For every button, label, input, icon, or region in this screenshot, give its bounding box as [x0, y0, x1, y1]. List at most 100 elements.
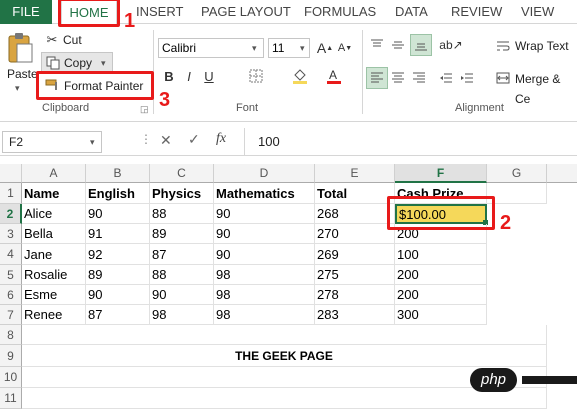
name-box[interactable]: F2	[2, 131, 102, 153]
paste-button[interactable]: Paste	[7, 64, 38, 84]
cell-a3[interactable]: Bella	[22, 224, 86, 244]
column-header-d[interactable]: D	[214, 164, 315, 183]
cell-c6[interactable]: 90	[150, 285, 214, 305]
row-header-6[interactable]: 6	[0, 285, 22, 305]
cancel-icon[interactable]: ✕	[160, 132, 172, 149]
align-left-icon[interactable]	[366, 67, 388, 89]
tab-file[interactable]: FILE	[0, 0, 52, 24]
cell-e3[interactable]: 270	[315, 224, 395, 244]
merge-center-button[interactable]: Merge & Ce	[515, 69, 577, 106]
row-header-7[interactable]: 7	[0, 305, 22, 325]
cell-d6[interactable]: 98	[214, 285, 315, 305]
copy-button[interactable]: Copy	[64, 53, 92, 73]
tab-view[interactable]: VIEW	[521, 0, 554, 24]
cell-a5[interactable]: Rosalie	[22, 265, 86, 285]
cell-c4[interactable]: 87	[150, 244, 214, 265]
cell-f6[interactable]: 200	[395, 285, 487, 305]
cell-c7[interactable]: 98	[150, 305, 214, 325]
cell-d4[interactable]: 90	[214, 244, 315, 265]
font-name-select[interactable]: Calibri	[158, 38, 264, 58]
formula-bar-more-icon[interactable]: ⋮	[140, 132, 152, 146]
column-header-b[interactable]: B	[86, 164, 150, 183]
fill-color-icon[interactable]	[290, 66, 310, 86]
cut-button[interactable]: Cut	[63, 30, 82, 50]
cell-a4[interactable]: Jane	[22, 244, 86, 265]
cell-d3[interactable]: 90	[214, 224, 315, 244]
column-header-h[interactable]	[547, 164, 577, 183]
cell-c3[interactable]: 89	[150, 224, 214, 244]
paste-dropdown-icon[interactable]: ▾	[15, 78, 20, 98]
decrease-font-icon[interactable]: A ▼	[336, 38, 354, 58]
select-all-corner[interactable]	[0, 164, 22, 183]
paste-icon[interactable]	[6, 32, 34, 66]
cell-a2[interactable]: Alice	[22, 204, 86, 224]
cell-a7[interactable]: Renee	[22, 305, 86, 325]
decrease-indent-icon[interactable]	[437, 69, 455, 87]
increase-indent-icon[interactable]	[458, 69, 476, 87]
font-name-dropdown-icon[interactable]: ▾	[252, 38, 257, 58]
row-10-cells[interactable]	[22, 367, 547, 388]
increase-font-icon[interactable]: A ▲	[316, 38, 334, 58]
column-header-g[interactable]: G	[487, 164, 547, 183]
copy-dropdown-icon[interactable]: ▾	[101, 53, 106, 73]
row-header-5[interactable]: 5	[0, 265, 22, 285]
tab-review[interactable]: REVIEW	[451, 0, 502, 24]
column-header-a[interactable]: A	[22, 164, 86, 183]
row-header-1[interactable]: 1	[0, 183, 22, 204]
tab-data[interactable]: DATA	[395, 0, 428, 24]
cell-b3[interactable]: 91	[86, 224, 150, 244]
cell-f7[interactable]: 300	[395, 305, 487, 325]
cell-b2[interactable]: 90	[86, 204, 150, 224]
cell-e4[interactable]: 269	[315, 244, 395, 265]
column-header-f[interactable]: F	[395, 164, 487, 183]
cell-g1[interactable]	[487, 183, 547, 204]
cell-a6[interactable]: Esme	[22, 285, 86, 305]
cell-e7[interactable]: 283	[315, 305, 395, 325]
cell-c1[interactable]: Physics	[150, 183, 214, 204]
cell-c2[interactable]: 88	[150, 204, 214, 224]
cell-e6[interactable]: 278	[315, 285, 395, 305]
borders-icon[interactable]	[246, 66, 266, 86]
tab-formulas[interactable]: FORMULAS	[304, 0, 376, 24]
align-right-icon[interactable]	[410, 69, 428, 87]
align-bottom-icon[interactable]	[410, 34, 432, 56]
cell-d7[interactable]: 98	[214, 305, 315, 325]
clipboard-launcher-icon[interactable]: ◲	[140, 104, 149, 115]
cell-b4[interactable]: 92	[86, 244, 150, 265]
name-box-dropdown-icon[interactable]: ▾	[90, 131, 95, 153]
row-header-4[interactable]: 4	[0, 244, 22, 265]
cell-b5[interactable]: 89	[86, 265, 150, 285]
cell-d2[interactable]: 90	[214, 204, 315, 224]
row-11-cells[interactable]	[22, 388, 547, 409]
orientation-icon[interactable]: ab↗	[439, 36, 462, 54]
cell-f4[interactable]: 100	[395, 244, 487, 265]
cell-d5[interactable]: 98	[214, 265, 315, 285]
wrap-text-icon[interactable]	[494, 37, 512, 55]
cell-d1[interactable]: Mathematics	[214, 183, 315, 204]
column-header-c[interactable]: C	[150, 164, 214, 183]
formula-input[interactable]: 100	[258, 134, 280, 149]
row-header-2[interactable]: 2	[0, 204, 22, 224]
merge-center-icon[interactable]	[494, 69, 512, 87]
align-top-icon[interactable]	[368, 36, 386, 54]
footer-text[interactable]: THE GEEK PAGE	[22, 345, 547, 367]
row-header-11[interactable]: 11	[0, 388, 22, 409]
row-header-10[interactable]: 10	[0, 367, 22, 388]
row-8-cells[interactable]	[22, 325, 547, 345]
cell-b7[interactable]: 87	[86, 305, 150, 325]
align-middle-icon[interactable]	[389, 36, 407, 54]
align-center-icon[interactable]	[389, 69, 407, 87]
row-header-9[interactable]: 9	[0, 345, 22, 367]
cell-e5[interactable]: 275	[315, 265, 395, 285]
row-header-8[interactable]: 8	[0, 325, 22, 345]
column-header-e[interactable]: E	[315, 164, 395, 183]
insert-function-icon[interactable]: fx	[216, 131, 226, 147]
bold-icon[interactable]: B	[160, 66, 178, 86]
italic-icon[interactable]: I	[180, 66, 198, 86]
enter-icon[interactable]: ✓	[188, 131, 200, 148]
cell-a1[interactable]: Name	[22, 183, 86, 204]
cell-b6[interactable]: 90	[86, 285, 150, 305]
font-color-icon[interactable]: A	[324, 66, 344, 86]
cell-f5[interactable]: 200	[395, 265, 487, 285]
cell-b1[interactable]: English	[86, 183, 150, 204]
